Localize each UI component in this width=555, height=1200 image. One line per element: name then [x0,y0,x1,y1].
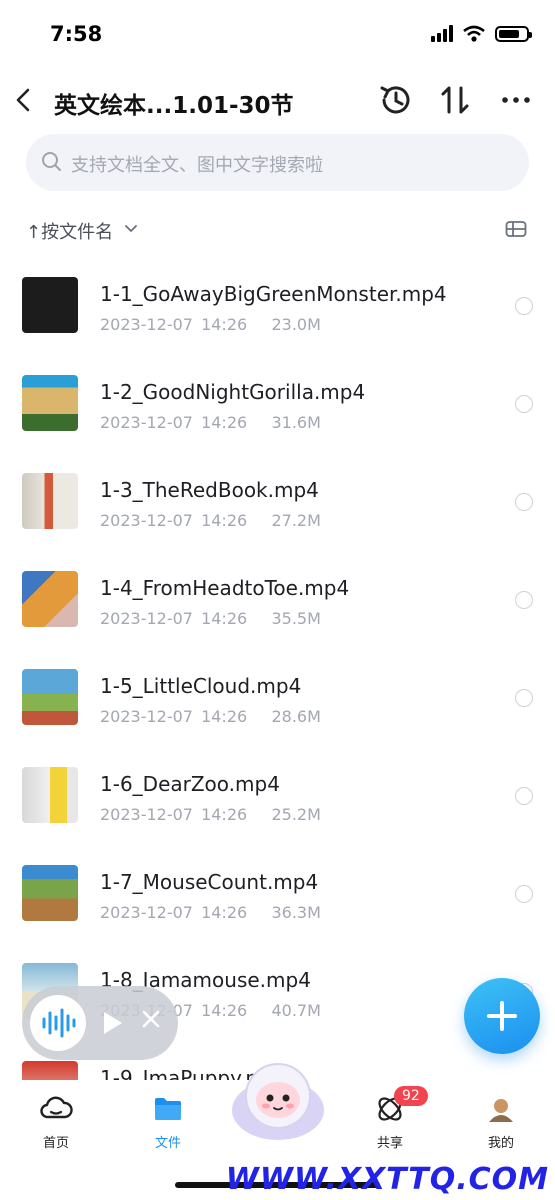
select-checkbox[interactable] [515,395,533,413]
file-size: 35.5M [271,609,321,628]
tab-label: 首页 [42,1136,69,1151]
video-thumbnail [22,375,78,431]
list-item[interactable]: 1-2_GoodNightGorilla.mp4 2023-12-07 14:2… [0,356,555,454]
file-date: 2023-12-07 14:26 [100,707,248,726]
page-title: 英文绘本...1.01-30节 [54,93,294,119]
file-list: 1-1_GoAwayBigGreenMonster.mp4 2023-12-07… [0,258,555,1088]
file-name: 1-5_LittleCloud.mp4 [100,674,302,698]
status-bar: 7:58 [0,0,555,70]
plus-icon [487,1001,517,1031]
close-icon[interactable] [140,1008,162,1030]
video-thumbnail [22,767,78,823]
file-meta: 2023-12-07 14:26 25.2M [100,805,321,824]
tab-label: 共享 [376,1136,403,1151]
list-item[interactable]: 1-1_GoAwayBigGreenMonster.mp4 2023-12-07… [0,258,555,356]
file-meta: 2023-12-07 14:26 28.6M [100,707,321,726]
file-meta: 2023-12-07 14:26 36.3M [100,903,321,922]
cloud-icon [40,1096,73,1119]
tab-label: 文件 [154,1136,181,1151]
file-meta: 2023-12-07 14:26 35.5M [100,609,321,628]
list-item[interactable]: 1-6_DearZoo.mp4 2023-12-07 14:26 25.2M [0,748,555,846]
video-thumbnail [22,865,78,921]
nav-bar: 英文绘本...1.01-30节 [0,72,555,128]
cellular-signal-icon [431,25,453,42]
file-name: 1-3_TheRedBook.mp4 [100,478,319,502]
file-size: 31.6M [271,413,321,432]
battery-icon [495,25,532,42]
avatar [489,1099,513,1122]
file-size: 27.2M [271,511,321,530]
select-checkbox[interactable] [515,787,533,805]
list-item[interactable]: 1-3_TheRedBook.mp4 2023-12-07 14:26 27.2… [0,454,555,552]
add-button[interactable] [464,978,540,1054]
tab-label: 我的 [487,1136,514,1151]
watermark: WWW.XXTTQ.COM [225,1162,549,1197]
file-size: 40.7M [271,1001,321,1020]
floating-audio-player[interactable] [22,986,178,1060]
file-size: 36.3M [271,903,321,922]
file-name: 1-6_DearZoo.mp4 [100,772,280,796]
select-checkbox[interactable] [515,689,533,707]
video-thumbnail [22,473,78,529]
back-icon[interactable] [10,80,40,120]
wifi-icon [463,25,485,42]
status-icons [431,25,532,42]
select-checkbox[interactable] [515,591,533,609]
file-date: 2023-12-07 14:26 [100,609,248,628]
file-name: 1-2_GoodNightGorilla.mp4 [100,380,366,404]
video-thumbnail [22,277,78,333]
sort-transfer-icon[interactable] [436,80,476,120]
tab-home[interactable]: 首页 [16,1092,96,1151]
list-item[interactable]: 1-4_FromHeadtoToe.mp4 2023-12-07 14:26 3… [0,552,555,650]
file-size: 25.2M [271,805,321,824]
file-size: 23.0M [271,315,321,334]
list-item[interactable]: 1-7_MouseCount.mp4 2023-12-07 14:26 36.3… [0,846,555,944]
file-date: 2023-12-07 14:26 [100,315,248,334]
select-checkbox[interactable] [515,493,533,511]
sort-by-name-button[interactable]: ↑按文件名 [26,218,113,244]
play-icon[interactable] [100,1010,124,1036]
file-meta: 2023-12-07 14:26 31.6M [100,413,321,432]
file-meta: 2023-12-07 14:26 27.2M [100,511,321,530]
more-icon[interactable] [496,80,536,120]
notification-badge: 92 [394,1086,428,1106]
mascot-assistant-button[interactable] [228,1060,328,1142]
list-item[interactable]: 1-5_LittleCloud.mp4 2023-12-07 14:26 28.… [0,650,555,748]
tab-files[interactable]: 文件 [128,1092,208,1151]
audio-wave-icon [42,1008,76,1038]
file-name: 1-7_MouseCount.mp4 [100,870,319,894]
history-icon[interactable] [376,80,416,120]
file-date: 2023-12-07 14:26 [100,805,248,824]
audio-wave-button[interactable] [30,995,86,1051]
video-thumbnail [22,669,78,725]
chevron-down-icon[interactable] [124,224,138,234]
select-checkbox[interactable] [515,297,533,315]
file-date: 2023-12-07 14:26 [100,413,248,432]
file-name: 1-4_FromHeadtoToe.mp4 [100,576,350,600]
sort-row: ↑按文件名 [26,216,529,246]
select-checkbox[interactable] [515,885,533,903]
search-placeholder: 支持文档全文、图中文字搜索啦 [71,155,323,176]
video-thumbnail [22,571,78,627]
search-input[interactable]: 支持文档全文、图中文字搜索啦 [26,134,529,191]
view-mode-icon[interactable] [505,220,527,238]
file-date: 2023-12-07 14:26 [100,511,248,530]
file-meta: 2023-12-07 14:26 23.0M [100,315,321,334]
tab-profile[interactable]: 我的 [461,1092,541,1151]
folder-icon [155,1098,181,1120]
file-date: 2023-12-07 14:26 [100,903,248,922]
file-size: 28.6M [271,707,321,726]
search-icon [42,152,61,171]
status-time: 7:58 [50,22,103,46]
file-name: 1-1_GoAwayBigGreenMonster.mp4 [100,282,447,306]
tab-share[interactable]: 92 共享 [350,1086,430,1151]
